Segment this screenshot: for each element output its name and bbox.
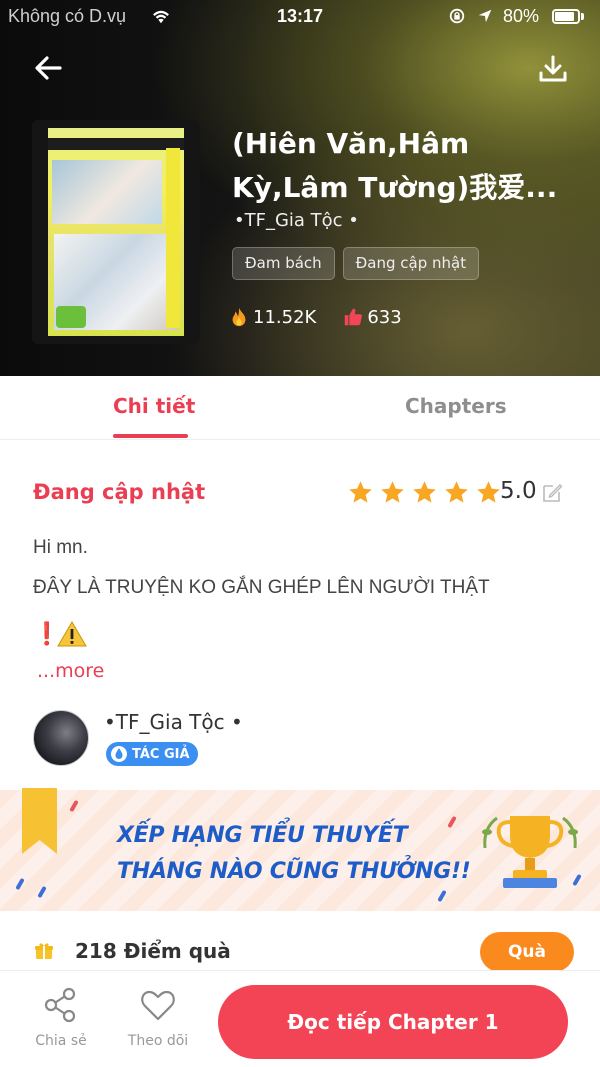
battery-percent: 80% [503, 6, 540, 26]
download-icon[interactable] [536, 52, 570, 86]
fire-icon [232, 307, 246, 327]
book-title: (Hiên Văn,Hâm Kỳ,Lâm Tường)我爱... [232, 122, 582, 210]
author-link[interactable]: •TF_Gia Tộc • [234, 210, 359, 231]
status-bar: Không có D.vụ 13:17 80% [0, 0, 600, 34]
share-button[interactable]: Chia sẻ [21, 985, 101, 1049]
tag-genre[interactable]: Đam bách [232, 247, 335, 280]
star-icon [445, 481, 468, 503]
bookmark-ribbon-icon [22, 788, 57, 854]
views-stat: 11.52K [228, 306, 316, 328]
update-status: Đang cập nhật [33, 480, 206, 504]
back-arrow-icon[interactable] [30, 50, 66, 86]
tab-detail[interactable]: Chi tiết [113, 394, 195, 418]
title-line-1: (Hiên Văn,Hâm [232, 127, 470, 160]
gift-points: 218 Điểm quà [75, 939, 231, 963]
follow-button[interactable]: Theo dõi [118, 985, 198, 1049]
continue-reading-button[interactable]: Đọc tiếp Chapter 1 [218, 985, 568, 1059]
author-avatar[interactable] [33, 710, 89, 766]
thumbs-up-icon [345, 308, 363, 326]
author-badge: TÁC GIẢ [106, 742, 198, 766]
droplet-icon [111, 746, 127, 762]
warning-icon [57, 621, 87, 647]
likes-count: 633 [367, 306, 402, 328]
more-link[interactable]: ...more [37, 660, 104, 682]
active-tab-indicator [113, 434, 188, 438]
star-icon [477, 481, 500, 503]
book-stats: 11.52K 633 [228, 306, 428, 328]
tab-bar: Chi tiết Chapters [0, 376, 600, 440]
rating-stars[interactable] [347, 479, 507, 506]
battery-icon [552, 9, 580, 24]
likes-stat: 633 [342, 306, 402, 328]
location-icon [478, 9, 492, 23]
views-count: 11.52K [253, 306, 317, 328]
star-icon [381, 481, 404, 503]
description-line-3: ❗ [33, 621, 87, 647]
battery-nub [581, 13, 584, 20]
banner-line-2: THÁNG NÀO CŨNG THƯỞNG!! [117, 859, 471, 884]
heart-icon [141, 990, 175, 1021]
gift-points-row: 218 Điểm quà Quà [0, 925, 600, 973]
author-name[interactable]: •TF_Gia Tộc • [104, 710, 243, 734]
tag-list: Đam bách Đang cập nhật [232, 247, 480, 280]
book-header: Không có D.vụ 13:17 80% (Hiên Văn,Hâm Kỳ… [0, 0, 600, 376]
gift-icon [35, 943, 53, 959]
tag-status[interactable]: Đang cập nhật [342, 247, 480, 280]
share-label: Chia sẻ [35, 1033, 87, 1049]
gift-button[interactable]: Quà [480, 932, 574, 972]
trophy-icon [482, 816, 578, 888]
ranking-banner[interactable]: XẾP HẠNG TIỂU THUYẾT THÁNG NÀO CŨNG THƯỞ… [0, 788, 600, 911]
title-line-2: Kỳ,Lâm Tường)我爱... [232, 171, 558, 204]
description-line-1: Hi mn. [33, 537, 88, 558]
banner-line-1: XẾP HẠNG TIỂU THUYẾT [117, 823, 408, 848]
banner-text: XẾP HẠNG TIỂU THUYẾT THÁNG NÀO CŨNG THƯỞ… [117, 818, 471, 890]
orientation-lock-icon [449, 8, 465, 24]
author-badge-label: TÁC GIẢ [132, 746, 190, 762]
star-icon [349, 481, 372, 503]
star-icon [413, 481, 436, 503]
edit-rating-icon[interactable] [540, 481, 564, 505]
bottom-action-bar: Chia sẻ Theo dõi Đọc tiếp Chapter 1 [0, 970, 600, 1067]
exclamation-emoji: ❗ [33, 621, 61, 646]
description-line-2: ĐÂY LÀ TRUYỆN KO GẮN GHÉP LÊN NGƯỜI THẬT [33, 577, 490, 598]
book-cover [32, 120, 200, 344]
rating-value: 5.0 [500, 478, 537, 504]
share-icon [44, 987, 76, 1023]
tab-chapters[interactable]: Chapters [405, 394, 507, 418]
follow-label: Theo dõi [127, 1033, 189, 1049]
